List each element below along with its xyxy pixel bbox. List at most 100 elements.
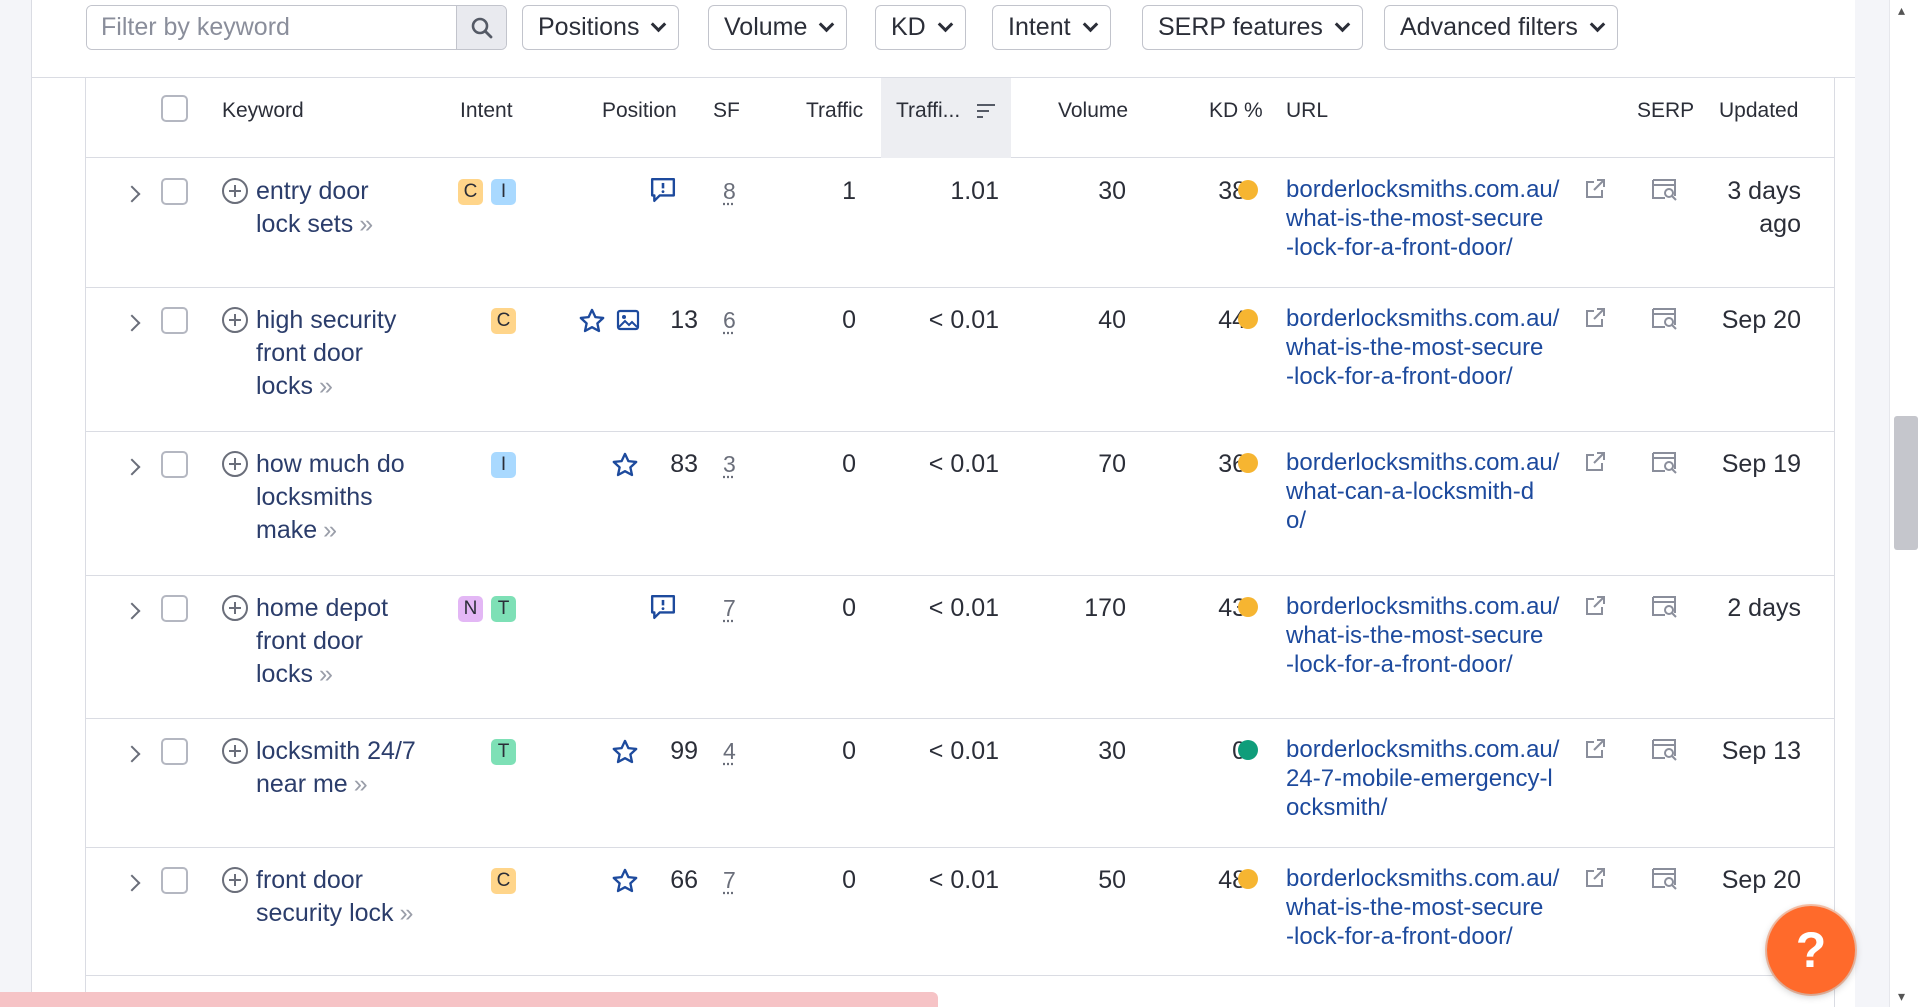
keyword-text[interactable]: security lock bbox=[256, 899, 394, 927]
keyword-text[interactable]: front door bbox=[256, 866, 363, 894]
url-line[interactable]: borderlocksmiths.com.au/ bbox=[1286, 864, 1586, 893]
serp-snapshot-icon[interactable] bbox=[1651, 306, 1679, 337]
keyword-text[interactable]: make bbox=[256, 516, 317, 544]
table-row[interactable]: locksmith 24/7near me»T9940< 0.01300bord… bbox=[86, 719, 1834, 848]
star-icon[interactable] bbox=[611, 867, 639, 900]
external-link-icon[interactable] bbox=[1583, 306, 1607, 335]
col-serp[interactable]: SERP bbox=[1637, 78, 1694, 158]
row-checkbox[interactable] bbox=[161, 867, 188, 894]
keyword-text[interactable]: how much do bbox=[256, 450, 405, 478]
add-to-list-icon[interactable] bbox=[222, 307, 248, 333]
url-line[interactable]: borderlocksmiths.com.au/ bbox=[1286, 448, 1586, 477]
keyword-cell[interactable]: locksmith 24/7 near me» bbox=[256, 735, 446, 801]
url-line[interactable]: 24-7-mobile-emergency-l bbox=[1286, 764, 1586, 793]
keyword-text[interactable]: home depot bbox=[256, 594, 388, 622]
serp-snapshot-icon[interactable] bbox=[1651, 177, 1679, 208]
col-intent[interactable]: Intent bbox=[460, 78, 513, 158]
col-volume[interactable]: Volume bbox=[1058, 78, 1128, 158]
keyword-text[interactable]: front door bbox=[256, 339, 363, 367]
image-icon[interactable] bbox=[616, 308, 640, 337]
advanced-filters-button[interactable]: Advanced filters bbox=[1384, 5, 1618, 50]
keyword-text[interactable]: lock sets bbox=[256, 210, 353, 238]
url-line[interactable]: o/ bbox=[1286, 506, 1586, 535]
keyword-text[interactable]: locks bbox=[256, 660, 313, 688]
keyword-overview-chevron-icon[interactable]: » bbox=[354, 770, 368, 798]
url-line[interactable]: what-is-the-most-secure bbox=[1286, 204, 1586, 233]
col-position[interactable]: Position bbox=[602, 78, 677, 158]
keyword-filter-input[interactable] bbox=[87, 6, 456, 49]
keyword-cell[interactable]: how much do locksmiths make» bbox=[256, 448, 446, 547]
url-link[interactable]: borderlocksmiths.com.au/24-7-mobile-emer… bbox=[1286, 735, 1586, 822]
table-row[interactable]: high security front door locks» C 13 6 0 < 0.01… bbox=[86, 288, 1834, 432]
serp-features-count[interactable]: 7 bbox=[723, 867, 736, 894]
col-url[interactable]: URL bbox=[1286, 78, 1328, 158]
serp-features-count[interactable]: 4 bbox=[723, 738, 736, 765]
serp-snapshot-icon[interactable] bbox=[1651, 737, 1679, 768]
kd-filter-button[interactable]: KD bbox=[875, 5, 966, 50]
table-row[interactable]: how much do locksmiths make» I 83 3 0 < 0.01 70 3… bbox=[86, 432, 1834, 576]
add-to-list-icon[interactable] bbox=[222, 451, 248, 477]
keyword-line[interactable]: lock sets» bbox=[256, 208, 446, 241]
url-link[interactable]: borderlocksmiths.com.au/what-is-the-most… bbox=[1286, 175, 1586, 262]
positions-filter-button[interactable]: Positions bbox=[522, 5, 680, 50]
keyword-text[interactable]: locks bbox=[256, 372, 313, 400]
keyword-text[interactable]: locksmith 24/7 bbox=[256, 737, 416, 765]
keyword-cell[interactable]: home depot front door locks» bbox=[256, 592, 446, 691]
url-line[interactable]: -lock-for-a-front-door/ bbox=[1286, 233, 1586, 262]
keyword-line[interactable]: high security bbox=[256, 304, 446, 337]
keyword-line[interactable]: locks» bbox=[256, 658, 446, 691]
url-link[interactable]: borderlocksmiths.com.au/what-is-the-most… bbox=[1286, 864, 1586, 951]
serp-snapshot-icon[interactable] bbox=[1651, 450, 1679, 481]
keyword-overview-chevron-icon[interactable]: » bbox=[359, 210, 373, 238]
select-all-checkbox[interactable] bbox=[161, 95, 188, 122]
keyword-line[interactable]: locksmith 24/7 bbox=[256, 735, 446, 768]
keyword-cell[interactable]: front door security lock» bbox=[256, 864, 446, 930]
col-kd[interactable]: KD % bbox=[1209, 78, 1263, 158]
keyword-text[interactable]: near me bbox=[256, 770, 348, 798]
col-traffic-pct[interactable]: Traffi... bbox=[881, 78, 1011, 158]
keyword-line[interactable]: entry door bbox=[256, 175, 446, 208]
external-link-icon[interactable] bbox=[1583, 177, 1607, 206]
url-line[interactable]: what-can-a-locksmith-d bbox=[1286, 477, 1586, 506]
row-checkbox[interactable] bbox=[161, 451, 188, 478]
url-link[interactable]: borderlocksmiths.com.au/what-is-the-most… bbox=[1286, 592, 1586, 679]
external-link-icon[interactable] bbox=[1583, 737, 1607, 766]
keyword-overview-chevron-icon[interactable]: » bbox=[400, 899, 414, 927]
keyword-line[interactable]: front door bbox=[256, 337, 446, 370]
add-to-list-icon[interactable] bbox=[222, 867, 248, 893]
star-icon[interactable] bbox=[611, 451, 639, 484]
keyword-text[interactable]: front door bbox=[256, 627, 363, 655]
col-keyword[interactable]: Keyword bbox=[222, 78, 304, 158]
url-line[interactable]: ocksmith/ bbox=[1286, 793, 1586, 822]
star-icon[interactable] bbox=[578, 307, 606, 340]
keyword-text[interactable]: high security bbox=[256, 306, 396, 334]
scroll-up-arrow-icon[interactable]: ▴ bbox=[1898, 2, 1905, 19]
external-link-icon[interactable] bbox=[1583, 866, 1607, 895]
row-checkbox[interactable] bbox=[161, 595, 188, 622]
url-line[interactable]: what-is-the-most-secure bbox=[1286, 333, 1586, 362]
expand-row-chevron-icon[interactable] bbox=[123, 314, 141, 332]
row-checkbox[interactable] bbox=[161, 738, 188, 765]
keyword-cell[interactable]: high security front door locks» bbox=[256, 304, 446, 403]
col-updated[interactable]: Updated bbox=[1719, 78, 1798, 158]
serp-features-count[interactable]: 7 bbox=[723, 595, 736, 622]
url-line[interactable]: -lock-for-a-front-door/ bbox=[1286, 362, 1586, 391]
keyword-overview-chevron-icon[interactable]: » bbox=[323, 516, 337, 544]
search-button[interactable] bbox=[456, 6, 506, 49]
keyword-cell[interactable]: entry door lock sets» bbox=[256, 175, 446, 241]
url-line[interactable]: what-is-the-most-secure bbox=[1286, 893, 1586, 922]
expand-row-chevron-icon[interactable] bbox=[123, 185, 141, 203]
serp-features-count[interactable]: 3 bbox=[723, 451, 736, 478]
serp-features-count[interactable]: 6 bbox=[723, 307, 736, 334]
expand-row-chevron-icon[interactable] bbox=[123, 602, 141, 620]
keyword-text[interactable]: locksmiths bbox=[256, 483, 373, 511]
keyword-line[interactable]: home depot bbox=[256, 592, 446, 625]
help-button[interactable]: ? bbox=[1767, 906, 1855, 994]
expand-row-chevron-icon[interactable] bbox=[123, 745, 141, 763]
url-link[interactable]: borderlocksmiths.com.au/what-is-the-most… bbox=[1286, 304, 1586, 391]
scroll-down-arrow-icon[interactable]: ▾ bbox=[1898, 988, 1905, 1005]
row-checkbox[interactable] bbox=[161, 307, 188, 334]
keyword-overview-chevron-icon[interactable]: » bbox=[319, 372, 333, 400]
intent-filter-button[interactable]: Intent bbox=[992, 5, 1111, 50]
url-line[interactable]: borderlocksmiths.com.au/ bbox=[1286, 304, 1586, 333]
